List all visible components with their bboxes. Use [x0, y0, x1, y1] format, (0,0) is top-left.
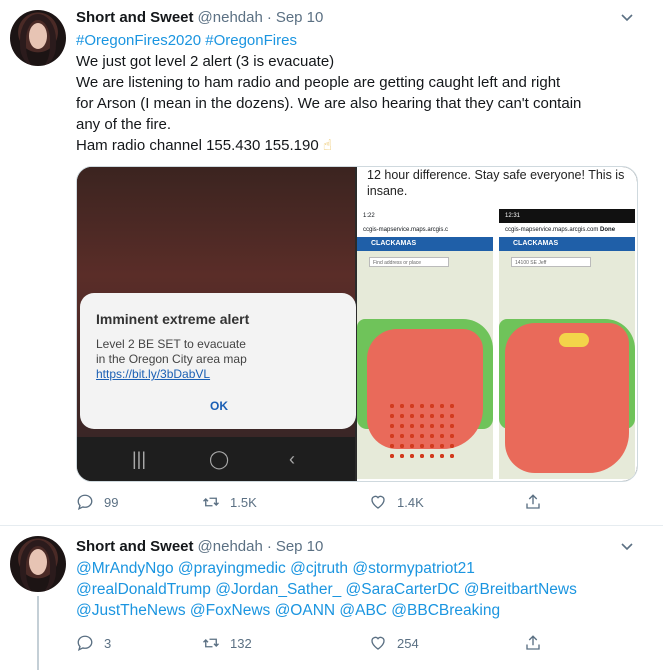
- url-bar: ccgis-mapservice.maps.arcgis.c: [363, 227, 449, 233]
- chevron-down-icon[interactable]: [620, 539, 634, 553]
- map-search: Find address or place: [369, 257, 449, 267]
- media-image-alert[interactable]: Imminent extreme alert Level 2 BE SET to…: [77, 167, 356, 481]
- app-header: CLACKAMAS: [357, 237, 493, 251]
- reply-count: 99: [104, 494, 119, 510]
- reply-icon: [77, 635, 93, 652]
- reply-icon: [77, 494, 93, 511]
- tweet-header: Short and Sweet @nehdah · Sep 10: [76, 535, 323, 557]
- status-bar: 12:31: [499, 209, 635, 223]
- back-icon: ‹: [289, 449, 295, 469]
- android-nav-bar: ||| ◯ ‹: [77, 437, 355, 481]
- like-count: 254: [397, 635, 419, 651]
- text-line: We just got level 2 alert (3 is evacuate…: [76, 53, 335, 70]
- tweet-header: Short and Sweet @nehdah · Sep 10: [76, 6, 323, 28]
- tweet-actions: 99 1.5K 1.4K: [76, 491, 636, 513]
- share-icon: [526, 635, 540, 650]
- fire-hotspots: [387, 401, 457, 461]
- retweet-icon: [203, 638, 219, 648]
- fire-map: Find address or place: [357, 251, 493, 479]
- tweet-actions: 3 132 254: [76, 632, 636, 654]
- like-button[interactable]: 1.4K: [369, 491, 424, 513]
- reply-button[interactable]: 3: [76, 632, 111, 654]
- tweet-text: #OregonFires2020 #OregonFires We just go…: [76, 30, 646, 156]
- map-zone-yellow: [559, 333, 589, 347]
- text-line: We are listening to ham radio and people…: [76, 74, 561, 91]
- share-button[interactable]: [524, 632, 552, 654]
- reply-count: 3: [104, 635, 112, 651]
- recent-apps-icon: |||: [132, 449, 147, 469]
- fire-map: 14100 SE Jeff: [499, 251, 635, 479]
- hashtag-line[interactable]: #OregonFires2020 #OregonFires: [76, 30, 646, 51]
- image-caption: 12 hour difference. Stay safe everyone! …: [367, 168, 625, 198]
- url-bar: ccgis-mapservice.maps.arcgis.com Done: [505, 227, 616, 233]
- phone-screenshot-2: 12:31 ccgis-mapservice.maps.arcgis.com D…: [499, 209, 635, 479]
- tweet-media[interactable]: Imminent extreme alert Level 2 BE SET to…: [76, 166, 638, 482]
- text-line: any of the fire.: [76, 116, 172, 133]
- alert-link: https://bit.ly/3bDabVL: [96, 367, 211, 381]
- phone-screenshot-1: 1:22 ccgis-mapservice.maps.arcgis.c CLAC…: [357, 209, 493, 479]
- text-line: for Arson (I mean in the dozens). We are…: [76, 95, 582, 112]
- retweet-count: 132: [230, 635, 252, 651]
- text-line: Ham radio channel 155.430 155.190 ☝: [76, 137, 332, 154]
- emergency-alert-dialog: Imminent extreme alert Level 2 BE SET to…: [80, 293, 356, 429]
- tweet-1[interactable]: Short and Sweet @nehdah · Sep 10 #Oregon…: [0, 0, 663, 525]
- mention-line[interactable]: @MrAndyNgo @prayingmedic @cjtruth @storm…: [76, 558, 646, 579]
- like-count: 1.4K: [397, 494, 424, 510]
- retweet-count: 1.5K: [230, 494, 257, 510]
- share-button[interactable]: [524, 491, 552, 513]
- alert-message: Level 2 BE SET to evacuate in the Oregon…: [96, 337, 247, 381]
- separator-dot: ·: [266, 537, 272, 555]
- retweet-icon: [203, 497, 219, 507]
- heart-icon: [371, 495, 385, 509]
- timestamp[interactable]: Sep 10: [276, 538, 324, 555]
- home-icon: ◯: [209, 449, 230, 469]
- share-icon: [526, 494, 540, 509]
- map-search: 14100 SE Jeff: [511, 257, 591, 267]
- retweet-button[interactable]: 1.5K: [202, 491, 257, 513]
- avatar[interactable]: [10, 10, 66, 66]
- status-bar: 1:22: [363, 213, 375, 219]
- user-handle[interactable]: @nehdah: [198, 538, 263, 555]
- alert-ok-button: OK: [210, 399, 228, 413]
- tweet-text: @MrAndyNgo @prayingmedic @cjtruth @storm…: [76, 558, 646, 621]
- reply-button[interactable]: 99: [76, 491, 118, 513]
- mention-line[interactable]: @JustTheNews @FoxNews @OANN @ABC @BBCBre…: [76, 600, 646, 621]
- thread-line: [37, 596, 39, 670]
- media-image-maps[interactable]: 12 hour difference. Stay safe everyone! …: [357, 167, 637, 481]
- retweet-button[interactable]: 132: [202, 632, 252, 654]
- app-header: CLACKAMAS: [499, 237, 635, 251]
- tweet-2[interactable]: Short and Sweet @nehdah · Sep 10 @MrAndy…: [0, 526, 663, 670]
- separator-dot: ·: [266, 8, 272, 26]
- display-name[interactable]: Short and Sweet: [76, 9, 194, 26]
- mention-line[interactable]: @realDonaldTrump @Jordan_Sather_ @SaraCa…: [76, 579, 646, 600]
- alert-title: Imminent extreme alert: [96, 311, 250, 327]
- timestamp[interactable]: Sep 10: [276, 9, 324, 26]
- pointing-up-emoji: ☝: [322, 137, 332, 154]
- like-button[interactable]: 254: [369, 632, 419, 654]
- heart-icon: [371, 636, 385, 650]
- chevron-down-icon[interactable]: [620, 10, 634, 24]
- avatar[interactable]: [10, 536, 66, 592]
- display-name[interactable]: Short and Sweet: [76, 538, 194, 555]
- user-handle[interactable]: @nehdah: [198, 9, 263, 26]
